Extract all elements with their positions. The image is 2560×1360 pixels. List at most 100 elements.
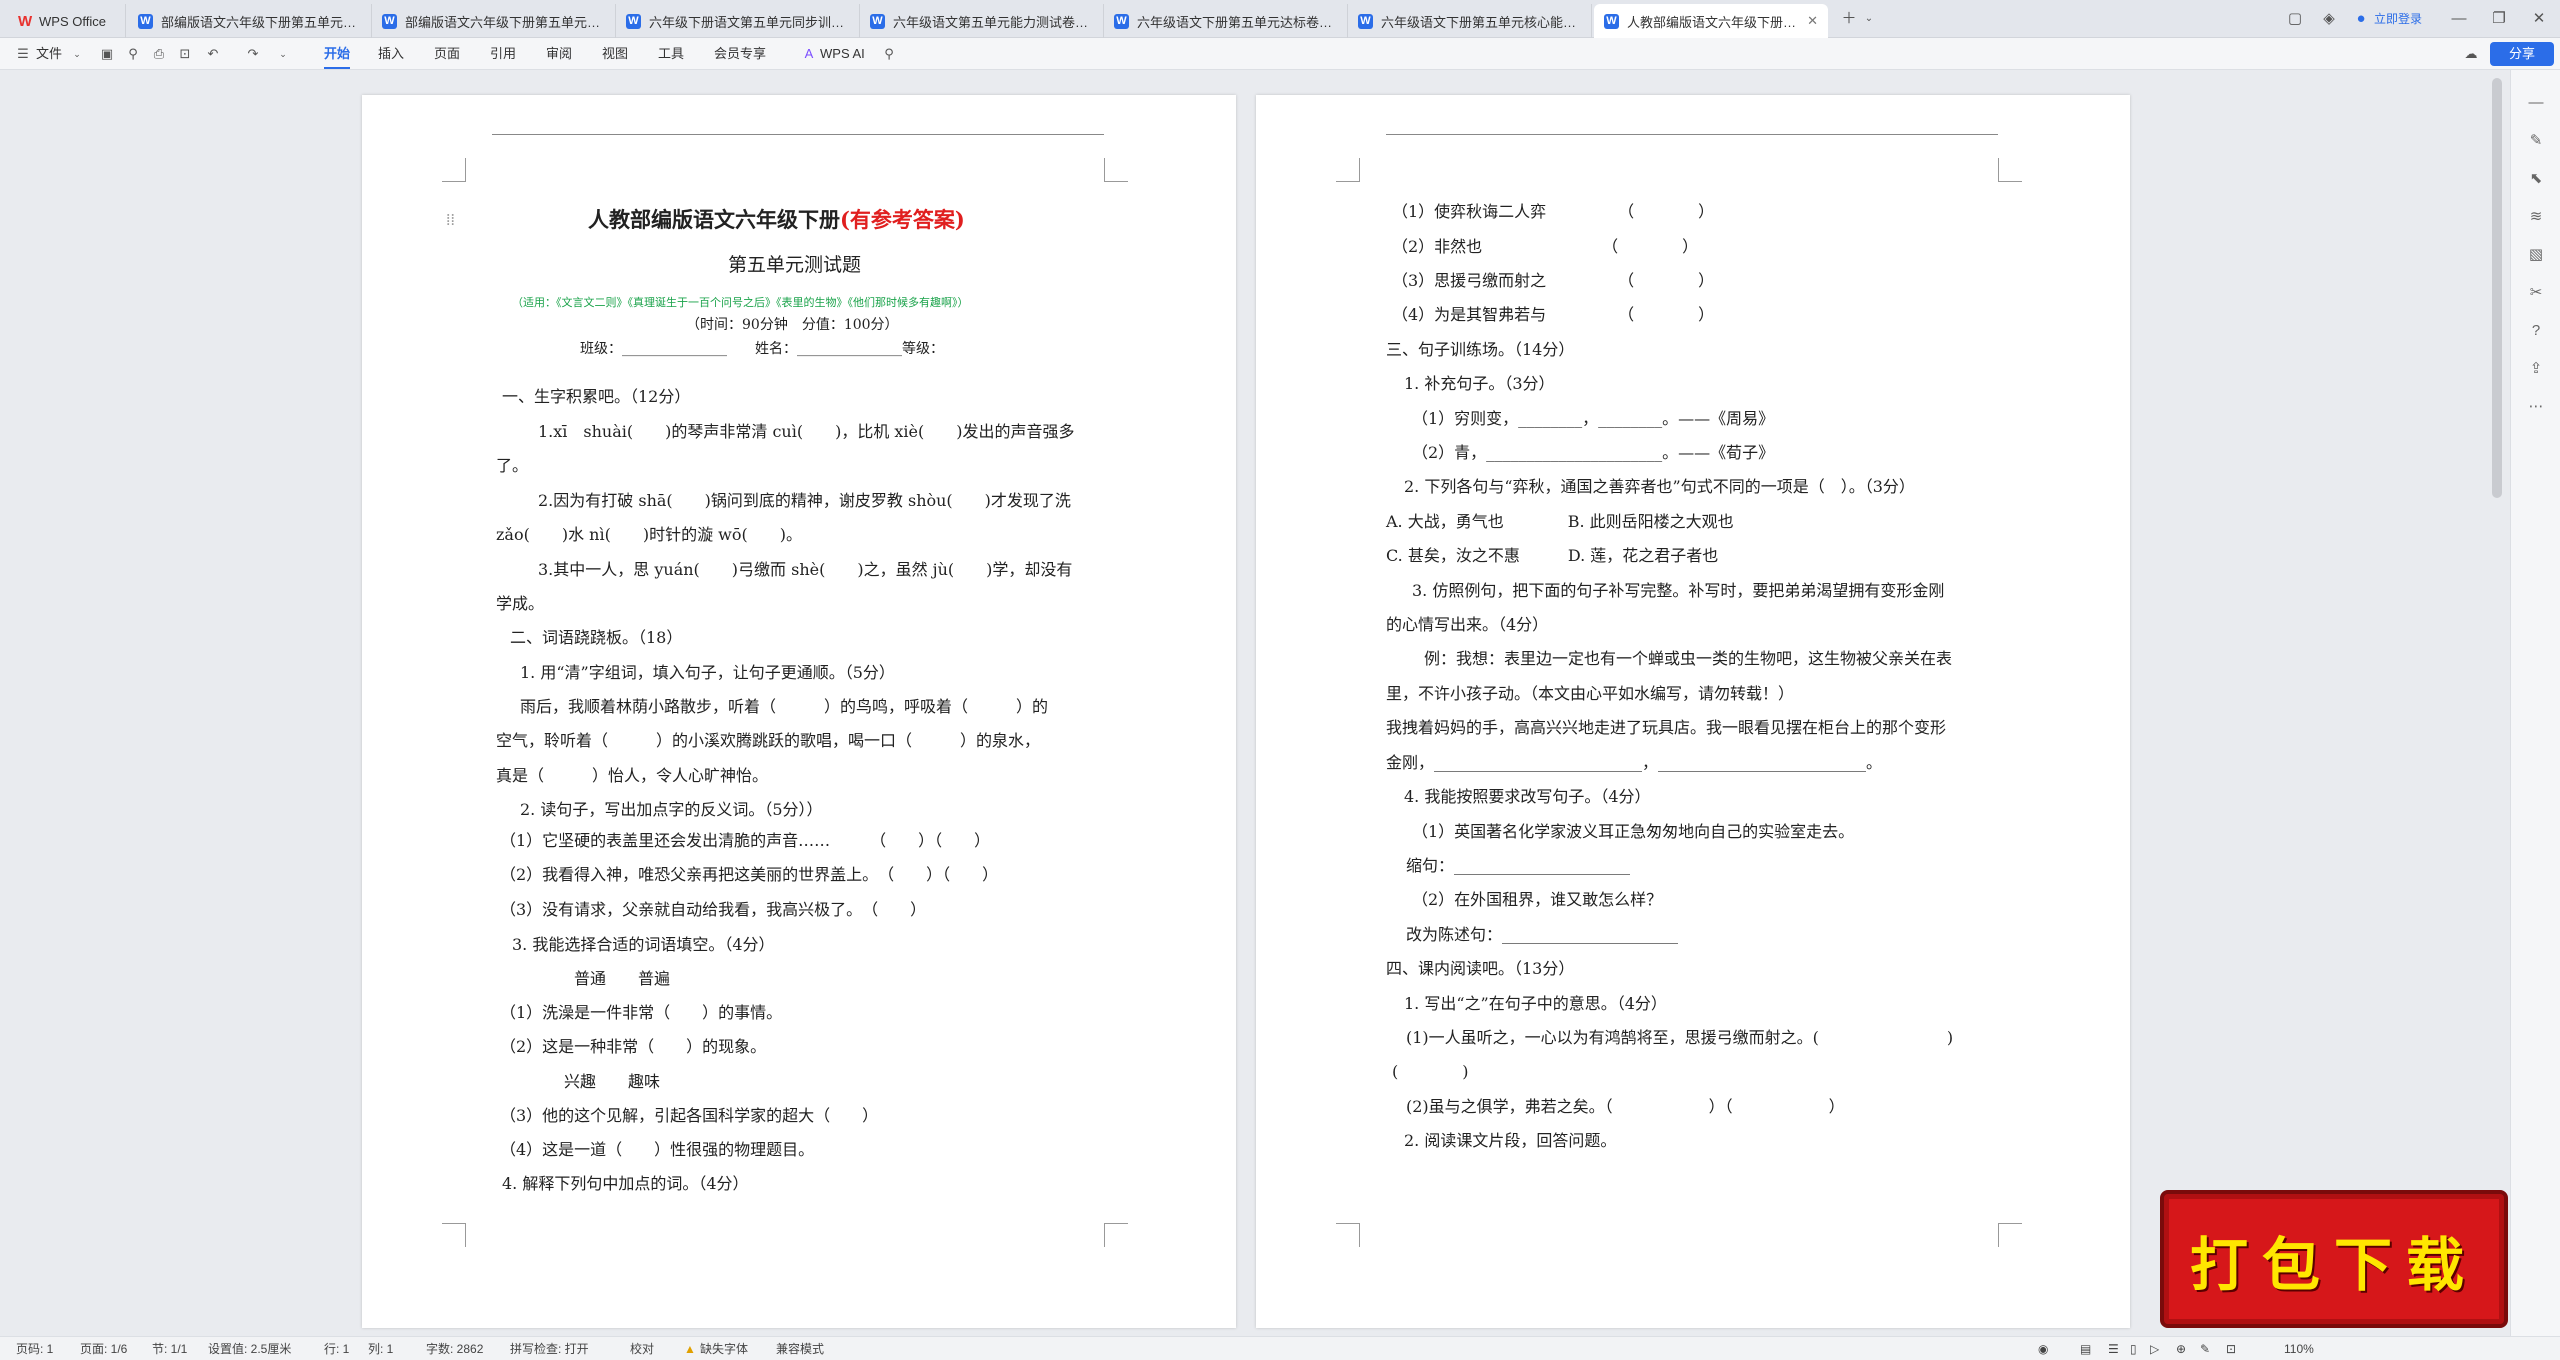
crop-mark xyxy=(1336,158,1360,182)
doc-line: （1）穷则变，________，________。——《周易》 xyxy=(1412,409,1775,428)
tab-member[interactable]: 会员专享 xyxy=(714,44,766,64)
adjust-icon[interactable]: ≋ xyxy=(2525,206,2547,228)
doc-line: （1）它坚硬的表盖里还会发出清脆的声音…… （ ）（ ） xyxy=(500,831,991,850)
crop-mark xyxy=(442,158,466,182)
tab-view[interactable]: 视图 xyxy=(602,44,628,64)
doc-line: 空气，聆听着（ ）的小溪欢腾跳跃的歌唱，喝一口（ ）的泉水， xyxy=(496,731,1041,750)
tab-document[interactable]: W 六年级语文下册第五单元核心能力达… xyxy=(1348,4,1592,38)
tab-reference[interactable]: 引用 xyxy=(490,44,516,64)
tools-icon[interactable]: ✂ xyxy=(2525,282,2547,304)
tab-document[interactable]: W 六年级语文第五单元能力测试卷（有… xyxy=(860,4,1104,38)
share-side-icon[interactable]: ⇪ xyxy=(2525,358,2547,380)
wps-ai-icon: A xyxy=(804,46,814,61)
doc-line: 3. 仿照例句，把下面的句子补写完整。补写时，要把弟弟渴望拥有变形金刚 xyxy=(1412,581,1945,600)
tab-tools[interactable]: 工具 xyxy=(658,44,684,64)
print-icon[interactable]: ⎙ xyxy=(150,45,168,63)
doc-subtitle: 第五单元测试题 xyxy=(728,254,862,276)
tab-home[interactable]: 开始 xyxy=(324,44,351,69)
doc-line: 金刚，__________________________，__________… xyxy=(1386,753,1883,772)
vertical-scrollbar[interactable] xyxy=(2492,78,2502,498)
doc-line: （2）非然也 （ ） xyxy=(1392,237,1699,256)
wps-logo-icon: W xyxy=(18,12,33,30)
window-icon[interactable]: ▢ xyxy=(2284,8,2306,30)
tab-wps-office[interactable]: W WPS Office xyxy=(8,4,126,38)
scope-note: （适用：《文言文二则》《真理诞生于一百个问号之后》《表里的生物》《他们那时候多有… xyxy=(512,296,969,309)
outline-icon[interactable]: ☰ xyxy=(2108,1340,2119,1358)
doc-line: zǎo( )水 nì( )时针的漩 wō( )。 xyxy=(496,525,802,544)
tab-document[interactable]: W 部编版语文六年级下册第五单元综合… xyxy=(128,4,372,38)
download-banner[interactable]: 打包下载 xyxy=(2160,1190,2508,1328)
crop-mark xyxy=(1998,158,2022,182)
doc-line: (2)虽与之俱学，弗若之矣。（ ）（ ） xyxy=(1406,1097,1845,1116)
word-doc-icon: W xyxy=(1604,13,1619,29)
share-button[interactable]: 分享 xyxy=(2490,42,2554,66)
tab-insert[interactable]: 插入 xyxy=(378,44,404,64)
fit-icon[interactable]: ⊡ xyxy=(2226,1340,2236,1358)
close-window-icon[interactable]: ✕ xyxy=(2528,8,2550,30)
doc-line: （3）思援弓缴而射之 （ ） xyxy=(1392,271,1715,290)
save-icon[interactable]: ▣ xyxy=(98,45,116,63)
doc-line: （1）英国著名化学家波义耳正急匆匆地向自己的实验室走去。 xyxy=(1412,822,1855,841)
collapse-icon[interactable]: — xyxy=(2525,92,2547,114)
undo-icon[interactable]: ↶ xyxy=(204,45,222,63)
doc-line: ( ) xyxy=(1392,1062,1469,1081)
crop-mark xyxy=(442,1223,466,1247)
print-preview-icon[interactable]: ⊡ xyxy=(176,45,194,63)
tab-document[interactable]: W 六年级下册语文第五单元同步训练卷… xyxy=(616,4,860,38)
minimize-icon[interactable]: — xyxy=(2448,8,2470,30)
doc-line: （4）这是一道（ ）性很强的物理题目。 xyxy=(500,1140,815,1159)
status-page: 页码: 1 xyxy=(16,1342,54,1356)
cloud-icon[interactable]: ☁ xyxy=(2462,45,2480,63)
doc-line: C. 甚矣，汝之不惠 D. 莲，花之君子者也 xyxy=(1386,546,1719,565)
eye-icon[interactable]: ◉ xyxy=(2038,1340,2048,1358)
wps-ai-button[interactable]: WPS AI xyxy=(820,44,865,64)
page-view-icon[interactable]: ▤ xyxy=(2080,1340,2091,1358)
cube-icon[interactable]: ◈ xyxy=(2318,8,2340,30)
status-wordcount[interactable]: 字数: 2862 xyxy=(426,1340,483,1358)
user-icon[interactable]: ● xyxy=(2350,8,2372,30)
login-link[interactable]: 立即登录 xyxy=(2374,9,2422,29)
image-icon[interactable]: ▧ xyxy=(2525,244,2547,266)
doc-line: （4）为是其智弗若与 （ ） xyxy=(1392,305,1715,324)
more-icon[interactable]: ⋯ xyxy=(2525,396,2547,418)
header-line xyxy=(1386,134,1998,135)
doc-line: （2）青，______________________。——《荀子》 xyxy=(1412,443,1775,462)
status-setting: 设置值: 2.5厘米 xyxy=(208,1342,292,1356)
new-tab-icon[interactable]: ＋ xyxy=(1838,8,1860,30)
status-spellcheck[interactable]: 拼写检查: 打开 xyxy=(510,1340,589,1358)
file-menu[interactable]: 文件 xyxy=(36,44,62,64)
doc-line: （1）使弈秋诲二人弈 （ ） xyxy=(1392,202,1715,221)
chevron-down-icon[interactable]: ⌄ xyxy=(274,45,292,63)
close-tab-icon[interactable]: ✕ xyxy=(1807,13,1818,29)
status-col: 列: 1 xyxy=(368,1342,394,1356)
zoom-level[interactable]: 110% xyxy=(2284,1340,2314,1358)
select-icon[interactable]: ⬉ xyxy=(2525,168,2547,190)
tab-page[interactable]: 页面 xyxy=(434,44,460,64)
menu-icon[interactable]: ☰ xyxy=(14,45,32,63)
tab-document[interactable]: W 部编版语文六年级下册第五单元综合… xyxy=(372,4,616,38)
doc-line: （1）洗澡是一件非常（ ）的事情。 xyxy=(500,1003,783,1022)
restore-icon[interactable]: ❐ xyxy=(2488,8,2510,30)
doc-line: 普通 普遍 xyxy=(574,969,671,988)
tab-document-active[interactable]: W 人教部编版语文六年级下册第… ✕ xyxy=(1594,4,1828,38)
status-proof[interactable]: 校对 xyxy=(630,1340,654,1358)
web-icon[interactable]: ⊕ xyxy=(2176,1340,2186,1358)
status-missing-font[interactable]: 缺失字体 xyxy=(700,1340,748,1358)
help-icon[interactable]: ? xyxy=(2525,320,2547,342)
document-page-2[interactable]: （1）使弈秋诲二人弈 （ ） （2）非然也 （ ） （3）思援弓缴而射之 （ ）… xyxy=(1256,95,2130,1328)
status-pages[interactable]: 页面: 1/6 xyxy=(80,1340,127,1358)
search-icon[interactable]: ⚲ xyxy=(880,45,898,63)
read-icon[interactable]: ▯ xyxy=(2130,1340,2137,1358)
tab-document[interactable]: W 六年级语文下册第五单元达标卷（有… xyxy=(1104,4,1348,38)
chevron-down-icon[interactable]: ⌄ xyxy=(68,45,86,63)
chevron-down-icon[interactable]: ⌄ xyxy=(1858,8,1880,30)
drag-handle-icon[interactable]: ⁞⁞ xyxy=(446,210,455,230)
pen-icon[interactable]: ✎ xyxy=(2525,130,2547,152)
tab-review[interactable]: 审阅 xyxy=(546,44,572,64)
edit-icon[interactable]: ✎ xyxy=(2200,1340,2210,1358)
document-page-1[interactable]: ⁞⁞ 人教部编版语文六年级下册(有参考答案) 第五单元测试题 （适用：《文言文二… xyxy=(362,95,1236,1328)
find-icon[interactable]: ⚲ xyxy=(124,45,142,63)
play-icon[interactable]: ▷ xyxy=(2150,1340,2159,1358)
doc-line: 1.xī shuài( )的琴声非常清 cuì( )，比机 xiè( )发出的声… xyxy=(538,422,1075,441)
redo-icon[interactable]: ↷ xyxy=(244,45,262,63)
